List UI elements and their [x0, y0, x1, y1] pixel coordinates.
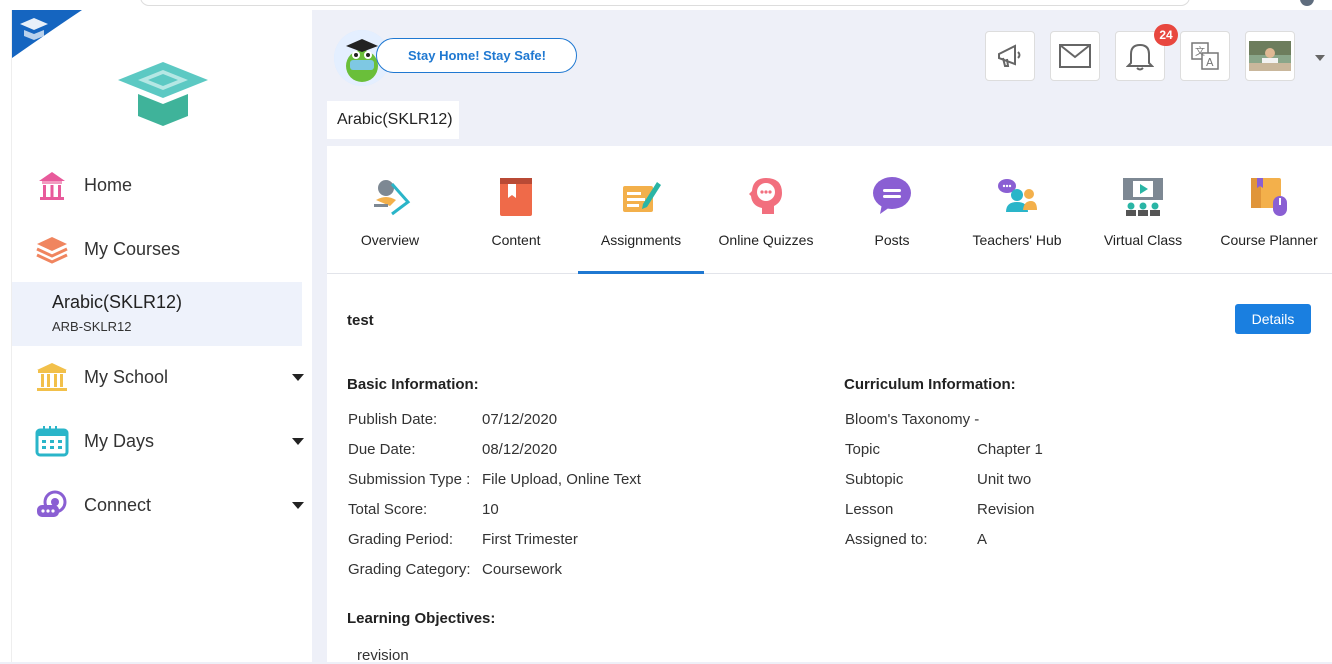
user-avatar-button[interactable]: [1245, 31, 1295, 81]
field-value: 07/12/2020: [482, 411, 558, 428]
tab-label: Assignments: [600, 232, 682, 248]
active-course-name: Arabic(SKLR12): [52, 292, 183, 312]
field-label: Total Score:: [348, 501, 428, 518]
field-label: Lesson: [845, 501, 894, 518]
field-label: Publish Date:: [348, 411, 438, 428]
field-value: Chapter 1: [977, 441, 1043, 458]
address-bar[interactable]: [140, 0, 1190, 6]
field-value: Revision: [977, 501, 1035, 518]
field-label: Grading Category:: [348, 561, 471, 578]
courses-icon: [34, 231, 70, 267]
svg-text:文: 文: [1195, 45, 1205, 58]
field-value: Unit two: [977, 471, 1032, 488]
course-tabs: Overview Content Assignments Online Quiz…: [327, 146, 1332, 274]
field-value: 08/12/2020: [482, 441, 558, 458]
field-value: 10: [482, 501, 499, 518]
assignment-title: test: [347, 312, 374, 329]
field-label: Due Date:: [348, 441, 416, 458]
notification-count-badge: 24: [1154, 24, 1178, 46]
chevron-down-icon[interactable]: [292, 437, 304, 445]
tab-assignments[interactable]: Assignments: [578, 146, 704, 274]
tab-label: Teachers' Hub: [972, 232, 1062, 248]
sidebar-item-label: My Days: [84, 430, 155, 451]
quizzes-icon: [744, 174, 788, 218]
field-label: Assigned to:: [845, 531, 928, 548]
tab-virtual-class[interactable]: Virtual Class: [1080, 146, 1206, 274]
content-icon: [494, 174, 538, 218]
bell-icon: [1126, 43, 1154, 71]
active-course-code: ARB-SKLR12: [52, 319, 132, 334]
sidebar-item-my-courses[interactable]: My Courses: [12, 217, 312, 281]
tab-label: Posts: [874, 232, 910, 248]
connect-icon: [34, 487, 70, 523]
basic-information-heading: Basic Information:: [347, 376, 479, 393]
sidebar-item-home[interactable]: Home: [12, 153, 312, 217]
field-label: Bloom's Taxonomy -: [845, 411, 980, 428]
slogan-pill: Stay Home! Stay Safe!: [376, 38, 577, 73]
corner-logo-icon: [12, 10, 82, 58]
avatar: [1249, 41, 1291, 71]
translate-icon: 文A: [1191, 42, 1219, 70]
left-edge: [0, 10, 12, 662]
learning-objectives-heading: Learning Objectives:: [347, 610, 496, 627]
teachers-hub-icon: [995, 174, 1039, 218]
field-label: Grading Period:: [348, 531, 454, 548]
breadcrumb[interactable]: Arabic(SKLR12): [327, 101, 459, 139]
field-label: Topic: [845, 441, 881, 458]
tab-label: Course Planner: [1220, 232, 1318, 248]
svg-text:A: A: [1206, 56, 1214, 69]
tab-teachers-hub[interactable]: Teachers' Hub: [954, 146, 1080, 274]
messages-button[interactable]: [1050, 31, 1100, 81]
learning-objectives-text: revision: [357, 647, 409, 664]
field-label: Submission Type :: [348, 471, 471, 488]
language-button[interactable]: 文A: [1180, 31, 1230, 81]
tab-online-quizzes[interactable]: Online Quizzes: [703, 146, 829, 274]
virtual-class-icon: [1121, 174, 1165, 218]
megaphone-icon: [998, 44, 1021, 67]
tab-overview[interactable]: Overview: [327, 146, 453, 274]
school-icon: [34, 359, 70, 395]
assignments-icon: [619, 174, 663, 218]
posts-icon: [870, 174, 914, 218]
sidebar-item-label: Home: [84, 174, 133, 195]
calendar-icon: [34, 423, 70, 459]
field-value: First Trimester: [482, 531, 578, 548]
field-label: Subtopic: [845, 471, 904, 488]
course-panel: Overview Content Assignments Online Quiz…: [327, 146, 1332, 664]
profile-dot-icon[interactable]: [1300, 0, 1314, 6]
chevron-down-icon[interactable]: [292, 373, 304, 381]
tab-label: Content: [491, 232, 541, 248]
details-button[interactable]: Details: [1235, 304, 1311, 334]
mail-icon: [1059, 44, 1091, 68]
overview-icon: [368, 174, 412, 218]
curriculum-information-heading: Curriculum Information:: [844, 376, 1016, 393]
sidebar: Home My Courses Arabic(SKLR12) ARB-SKLR1…: [12, 10, 312, 662]
school-logo-icon: [118, 62, 208, 126]
tab-label: Overview: [360, 232, 420, 248]
field-value: A: [977, 531, 988, 548]
tab-course-planner[interactable]: Course Planner: [1206, 146, 1332, 274]
browser-top-strip: [0, 0, 1332, 10]
home-icon: [34, 167, 70, 203]
sidebar-active-course[interactable]: Arabic(SKLR12) ARB-SKLR12: [12, 282, 302, 346]
field-value: Coursework: [482, 561, 563, 578]
tab-label: Virtual Class: [1103, 232, 1183, 248]
sidebar-item-connect[interactable]: Connect: [12, 473, 312, 537]
announcements-button[interactable]: [985, 31, 1035, 81]
tab-content[interactable]: Content: [453, 146, 579, 274]
tab-label: Online Quizzes: [718, 232, 814, 248]
chevron-down-icon[interactable]: [1315, 55, 1325, 61]
chevron-down-icon[interactable]: [292, 501, 304, 509]
sidebar-item-my-days[interactable]: My Days: [12, 409, 312, 473]
sidebar-item-my-school[interactable]: My School: [12, 345, 312, 409]
field-value: File Upload, Online Text: [482, 471, 641, 488]
sidebar-item-label: Connect: [84, 494, 152, 515]
sidebar-item-label: My School: [84, 366, 169, 387]
course-planner-icon: [1247, 174, 1291, 218]
sidebar-item-label: My Courses: [84, 238, 181, 259]
tab-posts[interactable]: Posts: [829, 146, 955, 274]
